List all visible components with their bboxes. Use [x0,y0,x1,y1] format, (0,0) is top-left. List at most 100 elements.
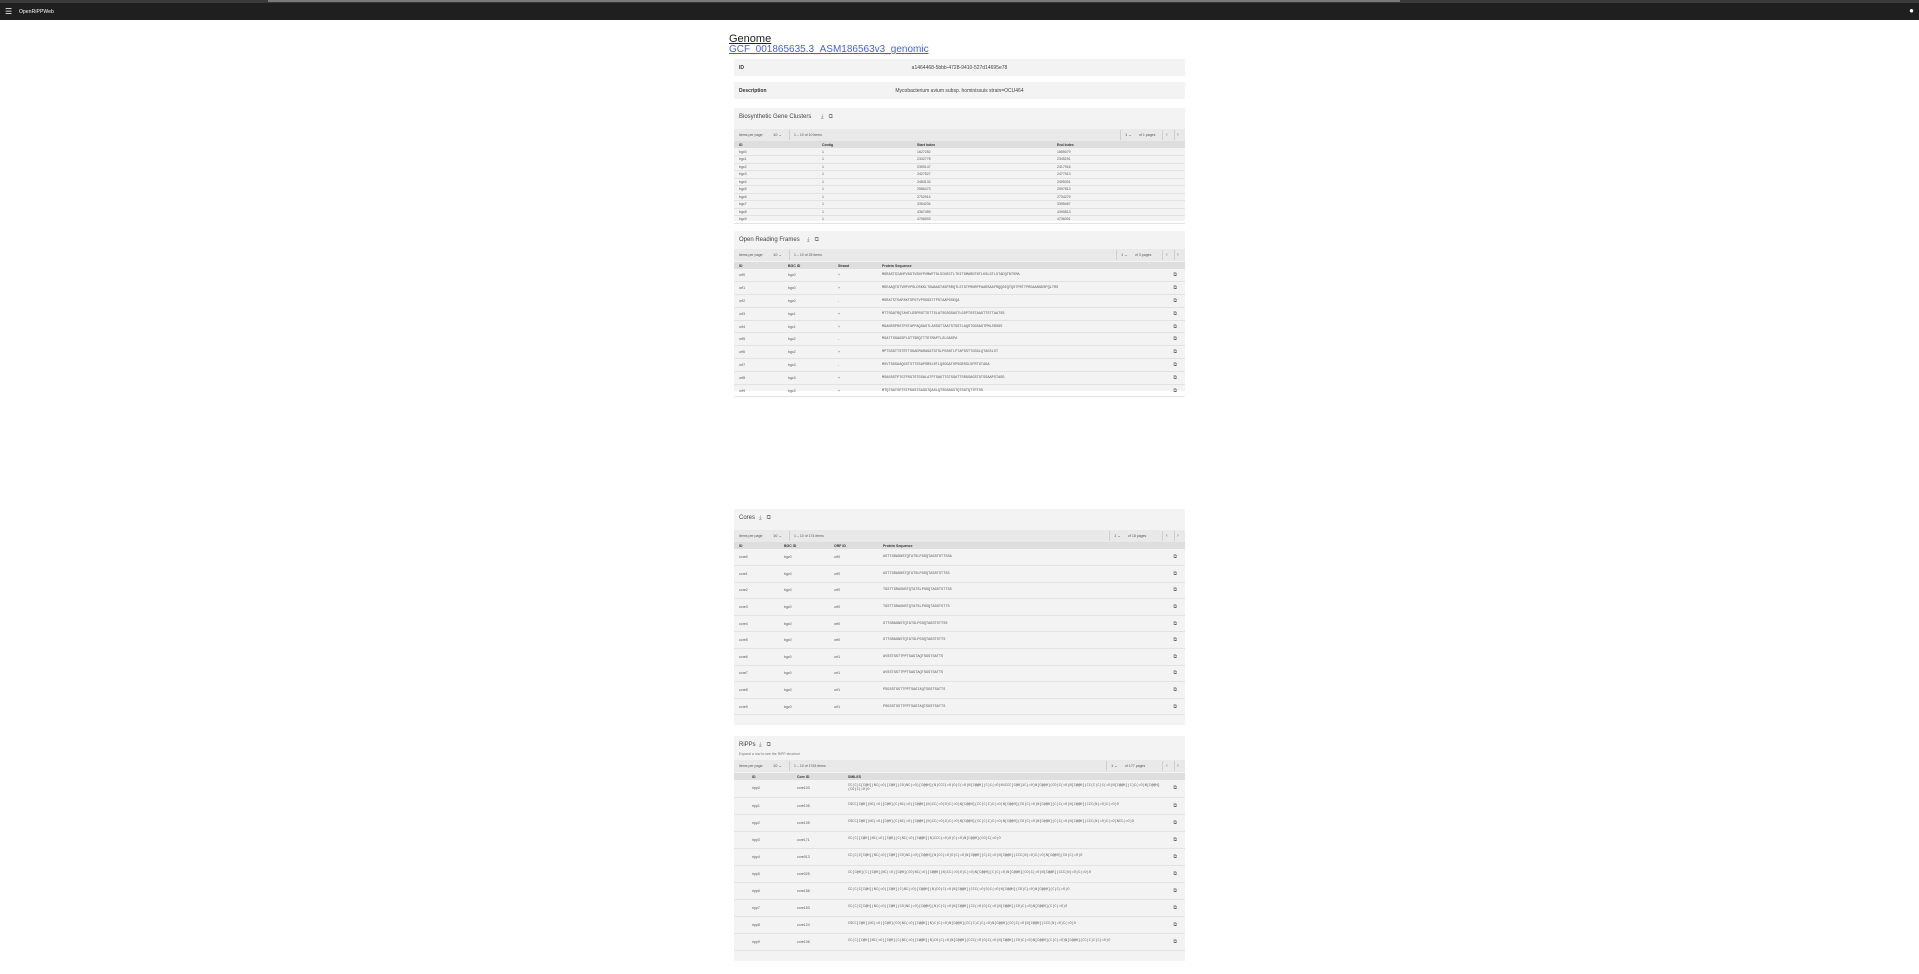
copy-icon[interactable]: ⧉ [1166,582,1185,600]
page-select[interactable]: 1 ⌄ [1114,533,1121,538]
copy-icon[interactable]: ⧉ [1166,320,1185,334]
copy-icon[interactable]: ⧉ [1166,814,1185,832]
column-header[interactable]: SMILES [843,773,1166,780]
column-header[interactable]: BGC ID [779,542,829,549]
expand-cell[interactable] [734,899,747,917]
expand-cell[interactable] [734,797,747,815]
column-header[interactable]: Strand [833,262,877,269]
items-per-page-label: Items per page: [739,534,764,538]
next-page-icon[interactable]: › [1177,132,1179,138]
copy-icon[interactable]: ⧉ [1166,848,1185,866]
table-row[interactable]: ripp6 core156 CC(C)C[C@H](NC(=O)[C@H](C)NC… [734,882,1185,900]
copy-icon[interactable]: ⧉ [1166,648,1185,666]
copy-icon[interactable]: ⧉ [1166,358,1185,372]
expand-cell[interactable] [734,831,747,849]
download-icon[interactable]: ⤓ [807,237,810,243]
column-header[interactable]: Core ID [792,773,843,780]
items-per-page-select[interactable]: 10 ⌄ [773,533,782,538]
divider [789,130,790,140]
copy-icon[interactable]: ⧉ [1166,615,1185,633]
copy-icon[interactable]: ⧉ [1166,916,1185,934]
copy-icon[interactable]: ⧉ [767,742,771,748]
expand-cell[interactable] [734,865,747,883]
expand-cell[interactable] [734,780,747,798]
download-icon[interactable]: ⤓ [759,742,762,748]
copy-icon[interactable]: ⧉ [1166,307,1185,321]
copy-icon[interactable]: ⧉ [1166,549,1185,567]
copy-icon[interactable]: ⧉ [1166,332,1185,347]
copy-icon[interactable]: ⧉ [1166,631,1185,650]
column-header[interactable]: BGC ID [783,262,833,269]
expand-cell[interactable] [734,882,747,900]
prev-page-icon[interactable]: ‹ [1166,252,1168,258]
copy-icon[interactable]: ⧉ [1166,865,1185,883]
copy-icon[interactable]: ⧉ [1166,681,1185,699]
genome-link[interactable]: GCF_001865635.3_ASM186563v3_genomic [729,44,929,55]
expand-cell[interactable] [734,848,747,866]
copy-icon[interactable]: ⧉ [1166,831,1185,849]
table-row[interactable]: ripp0 core103 CC(C)C[C@H](NC(=O)[C@H](CO)N… [734,780,1185,798]
table-row[interactable]: ripp1 core105 CSCC[C@H](NC(=O)[C@H](C)NC(=… [734,797,1185,815]
table-cell: orf3 [734,307,783,321]
page-select[interactable]: 1 ⌄ [1125,132,1132,137]
copy-icon[interactable]: ⧉ [1166,384,1185,398]
account-icon[interactable]: ● [1909,7,1914,15]
table-row[interactable]: ripp7 core153 CC(C)C[C@H](NC(=O)[C@H](CO)N… [734,899,1185,917]
column-header[interactable]: ORF ID [829,542,878,549]
column-header[interactable]: Protein Sequence [878,542,1166,549]
next-page-icon[interactable]: › [1177,763,1179,769]
ripps-section: RiPPs ⤓ ⧉ Expand a row to see the RiPP st… [734,736,1185,961]
items-per-page-select[interactable]: 10 ⌄ [773,132,782,137]
prev-page-icon[interactable]: ‹ [1166,132,1168,138]
copy-icon[interactable]: ⧉ [815,237,819,243]
copy-icon[interactable]: ⧉ [1166,345,1185,360]
copy-icon[interactable]: ⧉ [1166,371,1185,385]
download-icon[interactable]: ⤓ [821,114,824,120]
copy-icon[interactable]: ⧉ [1166,698,1185,716]
items-per-page-select[interactable]: 10 ⌄ [773,252,782,257]
copy-icon[interactable]: ⧉ [1166,565,1185,583]
copy-icon[interactable]: ⧉ [1166,899,1185,917]
table-cell: bgc0 [779,615,829,633]
table-cell: ripp4 [747,848,792,866]
copy-icon[interactable]: ⧉ [1166,665,1185,683]
column-header[interactable]: ID [734,542,779,549]
copy-icon[interactable]: ⧉ [1166,294,1185,308]
items-per-page-select[interactable]: 10 ⌄ [773,763,782,768]
column-header[interactable]: ID [747,773,792,780]
next-page-icon[interactable]: › [1177,533,1179,539]
expand-cell[interactable] [734,933,747,951]
next-page-icon[interactable]: › [1177,252,1179,258]
table-row[interactable]: ripp5 core025 CC[C@H](C)[C@H](NC(=O)[C@H](… [734,865,1185,883]
table-cell: 2332778 [912,155,1052,164]
table-row[interactable]: ripp2 core105 CSCC[C@H](NC(=O)[C@H](C)NC(=… [734,814,1185,832]
menu-icon[interactable]: ☰ [5,7,12,16]
column-header[interactable]: Contig [817,141,912,148]
prev-page-icon[interactable]: ‹ [1166,533,1168,539]
copy-icon[interactable]: ⧉ [767,515,771,521]
column-header[interactable]: End Index [1052,141,1185,148]
column-header[interactable]: ID [734,262,783,269]
table-row[interactable]: ripp3 core171 CC(C)[C@H](NC(=O)[C@H](C)NC(… [734,831,1185,849]
copy-icon[interactable]: ⧉ [1166,933,1185,951]
copy-icon[interactable]: ⧉ [1166,269,1185,283]
column-header[interactable]: Protein Sequence [877,262,1166,269]
table-row[interactable]: ripp8 core124 CSCC[C@H](NC(=O)[C@H](CO)NC(… [734,916,1185,934]
copy-icon[interactable]: ⧉ [1166,882,1185,900]
copy-icon[interactable]: ⧉ [1166,598,1185,616]
copy-icon[interactable]: ⧉ [829,114,833,120]
download-icon[interactable]: ⤓ [759,515,762,521]
column-header[interactable]: ID [734,141,817,148]
copy-icon[interactable]: ⧉ [1166,281,1185,296]
page-select[interactable]: 1 ⌄ [1111,763,1118,768]
copy-icon[interactable]: ⧉ [1166,797,1185,815]
page-select[interactable]: 1 ⌄ [1121,252,1128,257]
copy-icon[interactable]: ⧉ [1166,780,1185,798]
prev-page-icon[interactable]: ‹ [1166,763,1168,769]
column-header[interactable]: Start Index [912,141,1052,148]
table-row[interactable]: ripp9 core106 CC(C)[C@H](NC(=O)[C@H](C)NC(… [734,933,1185,951]
expand-cell[interactable] [734,814,747,832]
table-row[interactable]: ripp4 core013 CC(C)C[C@H](NC(=O)[C@H](CO)N… [734,848,1185,866]
scroll-indicator[interactable] [268,0,1400,2]
expand-cell[interactable] [734,916,747,934]
